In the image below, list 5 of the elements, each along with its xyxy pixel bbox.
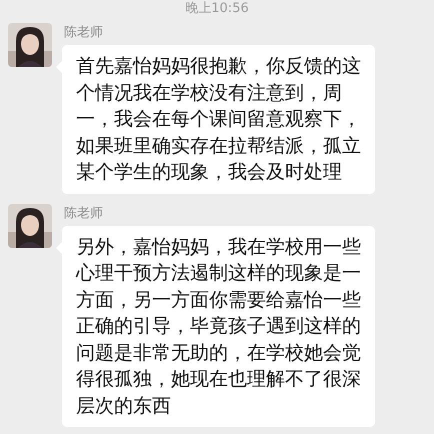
- sender-name: 陈老师: [63, 204, 104, 222]
- message-bubble: 另外，嘉怡妈妈，我在学校用一些心理干预方法遏制这样的现象是一方面，另一方面你需要给嘉怡一些正确的引导，毕竟孩子遇到这样的问题是非常无助的，在学校她会觉得很孤独，她现在也理解不了很深层次的东西: [62, 226, 375, 427]
- sender-name: 陈老师: [63, 24, 104, 41]
- timestamp: 晚上10:56: [185, 0, 249, 17]
- message-bubble: 首先嘉怡妈妈很抱歉，你反馈的这个情况我在学校没有注意到，周一，我会在每个课间留意观察下，如果班里确实存在拉帮结派，孤立某个学生的现象，我会及时处理: [62, 45, 375, 194]
